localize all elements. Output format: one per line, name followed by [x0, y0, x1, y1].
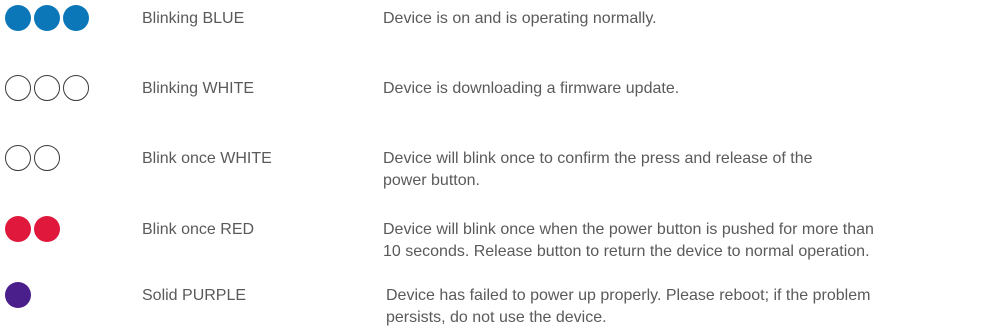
- description-line: persists, do not use the device.: [386, 309, 607, 326]
- description-line: Device is downloading a firmware update.: [383, 80, 680, 97]
- led-indicator-red: [5, 216, 60, 242]
- blue-led-dot-icon: [34, 5, 60, 31]
- description-line: Device is on and is operating normally.: [383, 10, 657, 27]
- led-status-description: Device is downloading a firmware update.: [383, 78, 982, 100]
- led-status-description: Device is on and is operating normally.: [383, 8, 982, 30]
- blue-led-dot-icon: [63, 5, 89, 31]
- led-status-description: Device has failed to power up properly. …: [386, 285, 982, 329]
- led-indicator-white: [5, 75, 89, 101]
- led-status-label: Blinking WHITE: [142, 80, 255, 97]
- description-line: power button.: [383, 172, 480, 189]
- description-line: Device will blink once to confirm the pr…: [383, 150, 813, 167]
- led-status-description: Device will blink once to confirm the pr…: [383, 148, 982, 192]
- white-led-dot-icon: [34, 145, 60, 171]
- description-line: Device has failed to power up properly. …: [386, 287, 871, 304]
- white-led-dot-icon: [5, 75, 31, 101]
- led-status-label: Blinking BLUE: [142, 10, 245, 27]
- red-led-dot-icon: [34, 216, 60, 242]
- led-status-label: Blink once WHITE: [142, 150, 272, 167]
- led-status-description: Device will blink once when the power bu…: [383, 219, 982, 263]
- description-line: 10 seconds. Release button to return the…: [383, 243, 870, 260]
- white-led-dot-icon: [34, 75, 60, 101]
- white-led-dot-icon: [63, 75, 89, 101]
- led-indicator-white: [5, 145, 60, 171]
- led-status-label: Solid PURPLE: [142, 287, 247, 304]
- led-indicator-blue: [5, 5, 89, 31]
- purple-led-dot-icon: [5, 282, 31, 308]
- description-line: Device will blink once when the power bu…: [383, 221, 874, 238]
- red-led-dot-icon: [5, 216, 31, 242]
- led-status-label: Blink once RED: [142, 221, 255, 238]
- led-indicator-purple: [5, 282, 31, 308]
- white-led-dot-icon: [5, 145, 31, 171]
- blue-led-dot-icon: [5, 5, 31, 31]
